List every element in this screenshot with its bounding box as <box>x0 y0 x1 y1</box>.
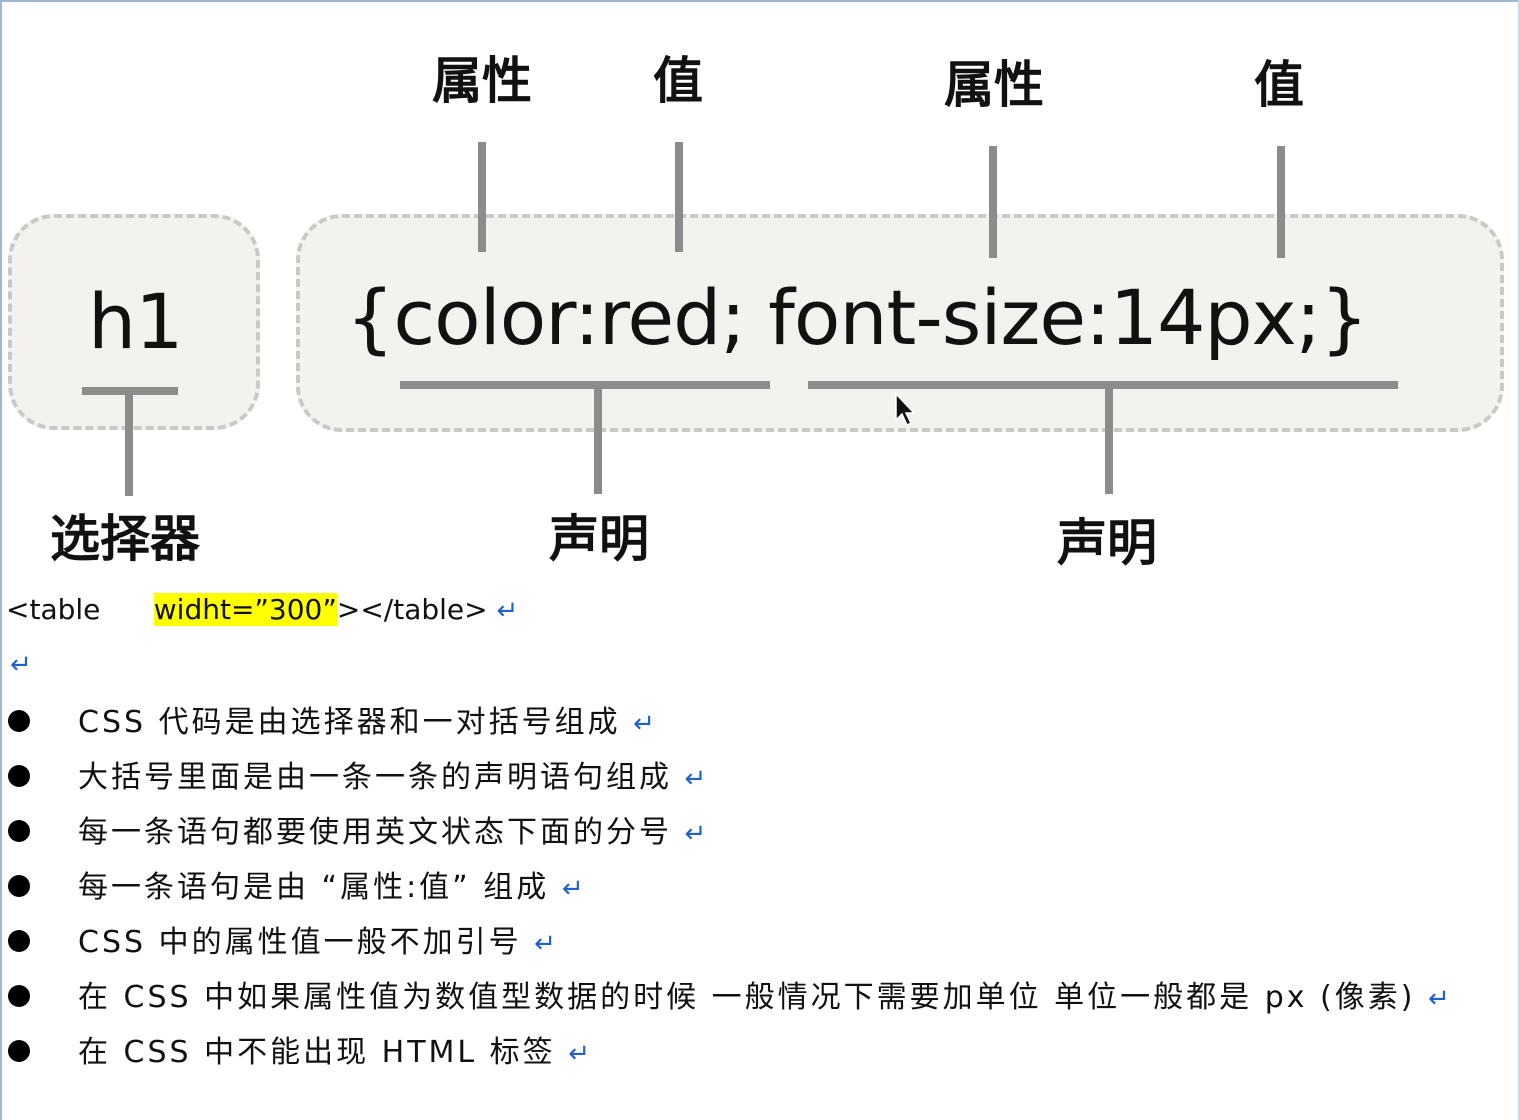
bullet-icon <box>8 710 30 732</box>
code-suffix: ></table> <box>336 593 488 626</box>
bullet-icon <box>8 765 30 787</box>
list-item: 在 CSS 中如果属性值为数值型数据的时候 一般情况下需要加单位 单位一般都是 … <box>0 971 1468 1026</box>
bullet-icon <box>8 1040 30 1062</box>
selector-code: h1 <box>88 277 184 366</box>
table-code-line: <table widht=”300”></table> ↵ <box>6 592 518 629</box>
connector-value-1 <box>675 142 683 252</box>
label-declaration-1: 声明 <box>549 510 649 568</box>
paragraph-return-icon: ↵ <box>568 1039 594 1069</box>
connector-property-1 <box>478 142 486 252</box>
paragraph-return-icon: ↵ <box>633 709 658 739</box>
bullet-icon <box>8 930 30 952</box>
mouse-pointer-icon <box>895 392 916 427</box>
connector-declaration-2 <box>1105 386 1113 494</box>
list-item: 大括号里面是由一条一条的声明语句组成 ↵ <box>0 751 1500 806</box>
paragraph-return-icon: ↵ <box>496 596 519 626</box>
declaration-code: {color:red; font-size:14px;} <box>346 273 1369 362</box>
css-rules-list: CSS 代码是由选择器和一对括号组成 ↵ 大括号里面是由一条一条的声明语句组成 … <box>0 696 1500 1081</box>
list-item: 每一条语句是由 “属性:值” 组成 ↵ <box>0 861 1500 916</box>
label-declaration-2: 声明 <box>1057 514 1157 572</box>
label-property-2: 属性 <box>944 56 1044 114</box>
highlighted-attribute: widht=”300” <box>153 593 337 626</box>
bullet-icon <box>8 820 30 842</box>
list-item: CSS 代码是由选择器和一对括号组成 ↵ <box>0 696 1500 751</box>
window-frame-top <box>0 0 1520 2</box>
label-value-2: 值 <box>1254 56 1304 114</box>
list-item: 在 CSS 中不能出现 HTML 标签 ↵ <box>0 1026 1500 1081</box>
connector-selector <box>125 390 133 496</box>
label-value-1: 值 <box>653 52 703 110</box>
label-selector: 选择器 <box>50 510 200 568</box>
declaration-2-underline <box>808 381 1398 389</box>
code-prefix: <table <box>6 593 154 626</box>
connector-value-2 <box>1277 146 1285 258</box>
paragraph-return-icon: ↵ <box>684 764 710 794</box>
bullet-icon <box>8 875 30 897</box>
empty-paragraph-return-icon: ↵ <box>10 650 32 680</box>
connector-property-2 <box>989 146 997 258</box>
label-property-1: 属性 <box>432 52 532 110</box>
paragraph-return-icon: ↵ <box>1428 984 1453 1014</box>
paragraph-return-icon: ↵ <box>534 929 559 959</box>
paragraph-return-icon: ↵ <box>561 874 587 904</box>
bullet-icon <box>8 985 30 1007</box>
connector-declaration-1 <box>594 386 602 494</box>
list-item: CSS 中的属性值一般不加引号 ↵ <box>0 916 1500 971</box>
paragraph-return-icon: ↵ <box>684 819 710 849</box>
declaration-1-underline <box>400 381 770 389</box>
list-item: 每一条语句都要使用英文状态下面的分号 ↵ <box>0 806 1500 861</box>
